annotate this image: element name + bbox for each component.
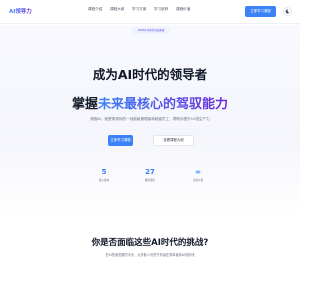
stat-value: ∞ <box>195 168 201 176</box>
stat-value: 5 <box>101 168 107 176</box>
nav-item-syllabus[interactable]: 课程大纲 <box>110 7 132 12</box>
hero-title: 成为AI时代的领导者 <box>92 67 208 82</box>
hero-headline: 掌握未来最核心的驾驭能力 <box>0 93 300 112</box>
header-start-learning-button[interactable]: 立即学习课程 <box>245 6 276 17</box>
stat-modules: 5 核心模块 <box>79 168 129 182</box>
nav-item-study-plan[interactable]: 学习方案 <box>132 7 154 12</box>
hero-headline-highlight: 未来最核心的驾驭能力 <box>98 97 229 112</box>
start-learning-button[interactable]: 立即学习课程 <box>108 135 133 146</box>
moon-icon <box>285 9 290 14</box>
hero-subtitle: 拥抱AI，就是带领你的一线超级管理者和超级员工，帮助你提升10倍生产力 <box>90 117 210 121</box>
stat-label: 精选课时 <box>144 179 156 182</box>
stat-label: 实用价值 <box>192 179 204 182</box>
challenges-section-description: 在AI快速发展的今天，大多数人仍然只停留在简单使用AI的阶段 <box>105 253 195 257</box>
nav-item-value[interactable]: 课程价值 <box>176 7 198 12</box>
site-logo[interactable]: AI领导力 <box>9 7 32 15</box>
challenges-section-title: 你是否面临这些AI时代的挑战? <box>91 238 209 248</box>
top-nav-bar: AI领导力 课程介绍 课程大纲 学习方案 学习收获 课程价值 立即学习课程 <box>0 0 300 24</box>
landing-page: AI领导力 课程介绍 课程大纲 学习方案 学习收获 课程价值 立即学习课程 20… <box>0 0 300 300</box>
nav-item-course-intro[interactable]: 课程介绍 <box>88 7 110 12</box>
hero-headline-plain: 掌握 <box>71 97 98 112</box>
stats-row: 5 核心模块 27 精选课时 ∞ 实用价值 <box>0 168 300 188</box>
stat-value-infinite: ∞ 实用价值 <box>173 168 223 182</box>
view-syllabus-button[interactable]: 查看课程大纲 <box>153 135 194 146</box>
stat-lessons: 27 精选课时 <box>125 168 175 182</box>
hero-badge: 2025年AI领导力必备课 <box>132 27 170 34</box>
nav-item-outcomes[interactable]: 学习收获 <box>154 7 176 12</box>
theme-toggle-button[interactable] <box>283 7 292 16</box>
main-nav: 课程介绍 课程大纲 学习方案 学习收获 课程价值 <box>88 7 198 12</box>
stat-value: 27 <box>145 168 155 176</box>
stat-label: 核心模块 <box>98 179 110 182</box>
